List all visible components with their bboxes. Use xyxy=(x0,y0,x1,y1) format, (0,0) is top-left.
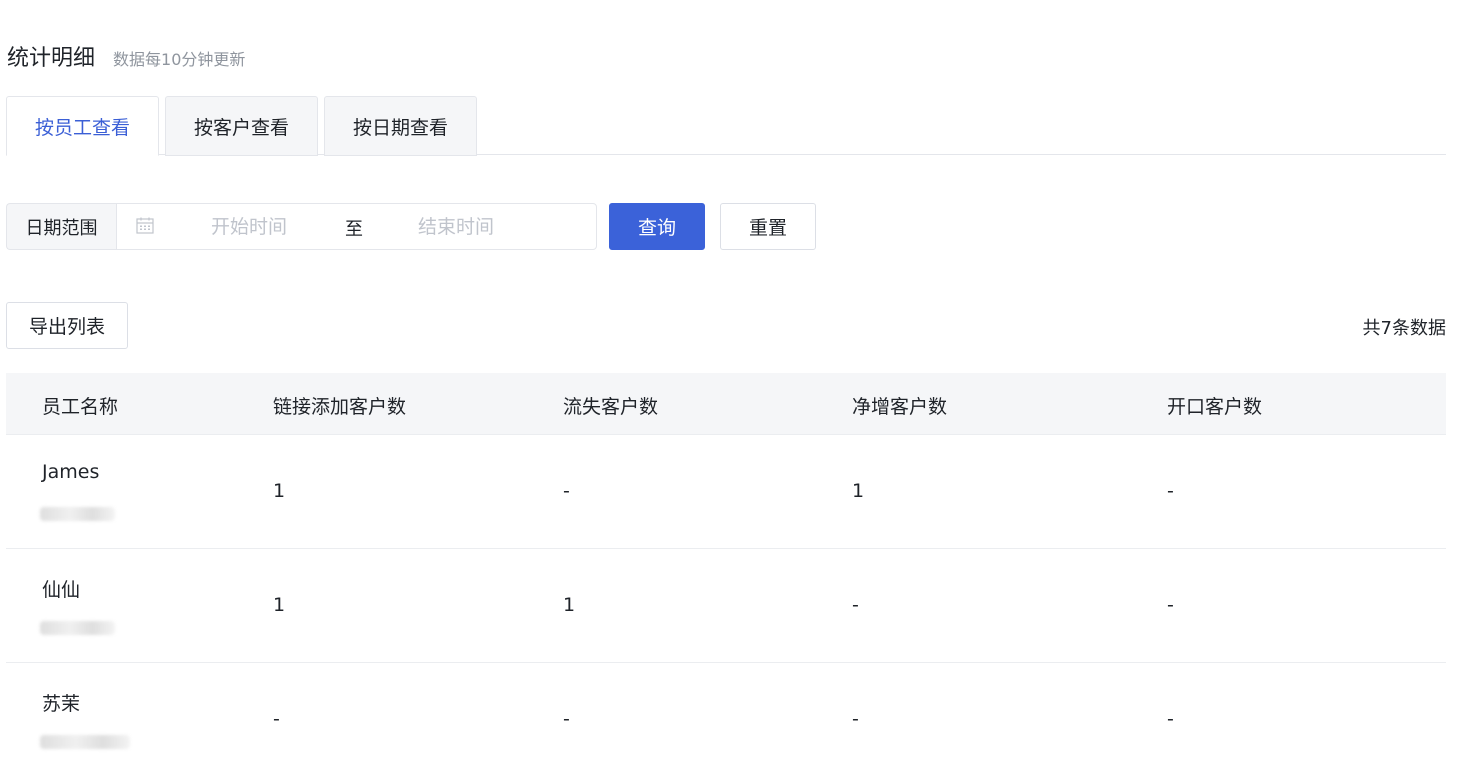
end-date-input[interactable] xyxy=(386,213,526,241)
opened-count: - xyxy=(1167,708,1174,730)
date-range-picker[interactable]: 至 xyxy=(116,203,597,250)
lost-count: - xyxy=(563,708,570,730)
column-header-net-added: 净增客户数 xyxy=(852,396,948,418)
update-note: 数据每10分钟更新 xyxy=(113,50,246,69)
calendar-icon xyxy=(136,217,154,234)
date-range-filter: 日期范围 至 xyxy=(6,203,597,250)
table-row: 仙仙 1 1 - - xyxy=(6,549,1446,663)
employee-name: 仙仙 xyxy=(42,579,81,601)
link-added-count: 1 xyxy=(273,480,286,502)
employee-name: 苏茉 xyxy=(42,693,81,715)
date-range-label: 日期范围 xyxy=(6,203,116,250)
net-added-count: 1 xyxy=(852,480,865,502)
export-list-button[interactable]: 导出列表 xyxy=(6,302,128,349)
table-header: 员工名称 链接添加客户数 流失客户数 净增客户数 开口客户数 xyxy=(6,373,1446,435)
opened-count: - xyxy=(1167,594,1174,616)
tab-by-date[interactable]: 按日期查看 xyxy=(324,96,477,156)
lost-count: - xyxy=(563,480,570,502)
tab-by-customer[interactable]: 按客户查看 xyxy=(165,96,318,156)
start-date-input[interactable] xyxy=(179,213,319,241)
search-button[interactable]: 查询 xyxy=(609,203,705,250)
link-added-count: 1 xyxy=(273,594,286,616)
view-tabs: 按员工查看 按客户查看 按日期查看 xyxy=(6,96,1446,156)
table-row: 苏茉 - - - - xyxy=(6,663,1446,771)
table-row: James 1 - 1 - xyxy=(6,435,1446,549)
column-header-lost: 流失客户数 xyxy=(563,396,659,418)
net-added-count: - xyxy=(852,594,859,616)
column-header-link-added: 链接添加客户数 xyxy=(273,396,407,418)
lost-count: 1 xyxy=(563,594,576,616)
link-added-count: - xyxy=(273,708,280,730)
total-count: 共7条数据 xyxy=(1362,318,1446,339)
opened-count: - xyxy=(1167,480,1174,502)
range-separator: 至 xyxy=(345,219,363,240)
redacted-department xyxy=(40,507,115,521)
stats-table: 员工名称 链接添加客户数 流失客户数 净增客户数 开口客户数 James 1 -… xyxy=(6,373,1446,771)
tab-by-employee[interactable]: 按员工查看 xyxy=(6,96,159,156)
redacted-department xyxy=(40,621,115,635)
page-title: 统计明细 xyxy=(7,46,96,71)
redacted-department xyxy=(40,735,130,749)
employee-name: James xyxy=(42,461,100,483)
column-header-opened: 开口客户数 xyxy=(1167,396,1263,418)
column-header-employee-name: 员工名称 xyxy=(42,396,119,418)
net-added-count: - xyxy=(852,708,859,730)
reset-button[interactable]: 重置 xyxy=(720,203,816,250)
page-header: 统计明细 数据每10分钟更新 xyxy=(7,40,245,72)
